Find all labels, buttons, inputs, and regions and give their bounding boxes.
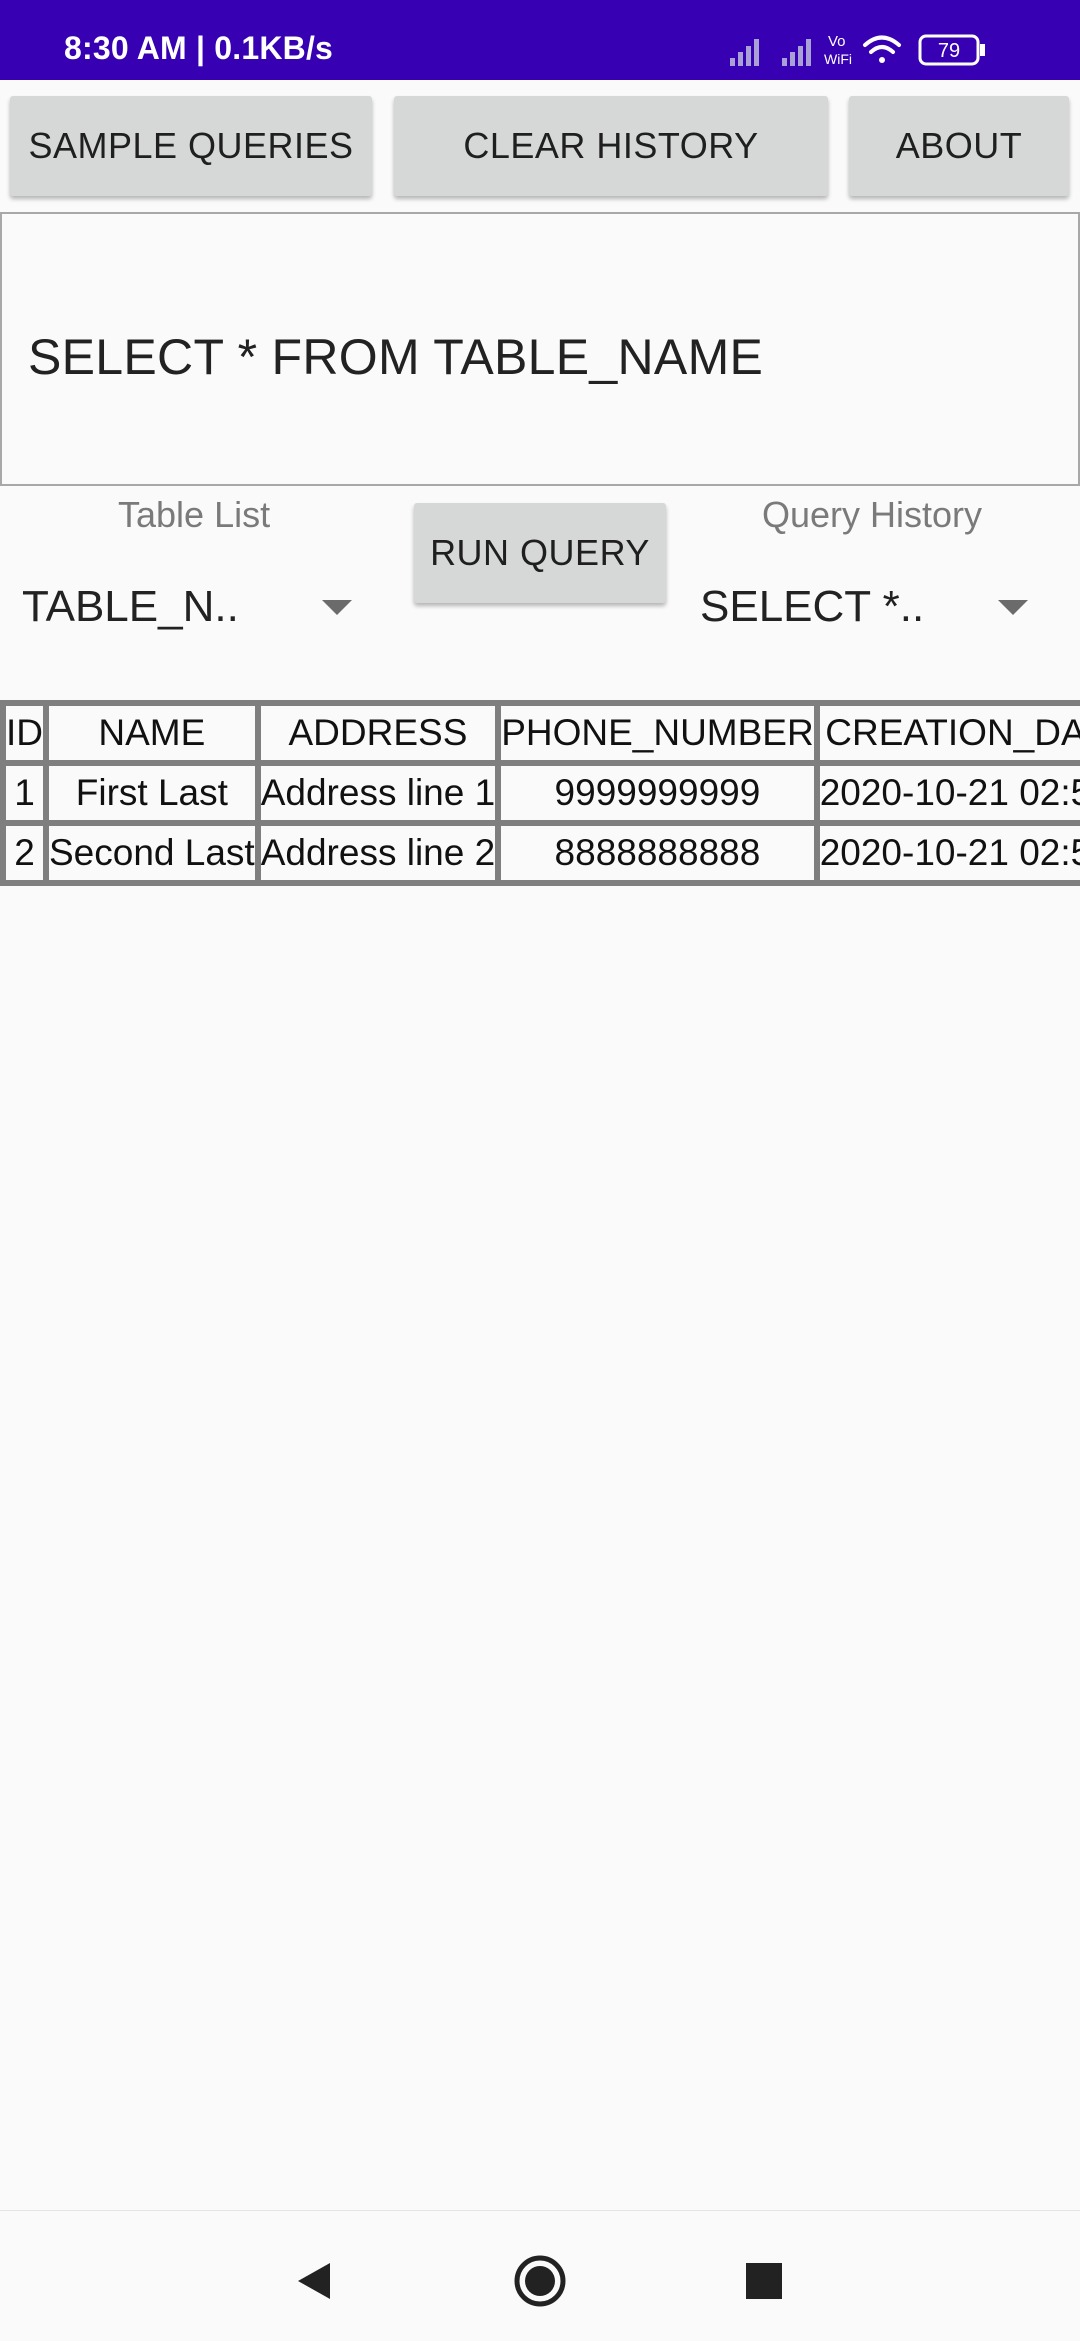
table-row: 1 First Last Address line 1 9999999999 2… bbox=[6, 766, 1080, 820]
back-icon[interactable] bbox=[284, 2251, 344, 2311]
table-cell: 2020-10-21 02:5 bbox=[819, 826, 1080, 880]
table-cell: 8888888888 bbox=[501, 826, 814, 880]
column-header: ADDRESS bbox=[260, 706, 496, 760]
table-cell: 2 bbox=[6, 826, 43, 880]
query-history-spinner[interactable]: SELECT *.. bbox=[690, 570, 1080, 650]
table-list-spinner[interactable]: TABLE_N.. bbox=[0, 570, 370, 650]
status-bar: 8:30 AM | 0.1KB/s Vo WiFi 79 bbox=[0, 0, 1080, 80]
navigation-bar bbox=[0, 2210, 1080, 2341]
home-icon[interactable] bbox=[510, 2251, 570, 2311]
results-table: ID NAME ADDRESS PHONE_NUMBER CREATION_DA… bbox=[0, 700, 1080, 886]
table-list-value[interactable]: TABLE_N.. bbox=[22, 582, 239, 632]
dropdown-arrow-icon[interactable] bbox=[322, 600, 352, 615]
run-query-button[interactable]: RUN QUERY bbox=[414, 503, 666, 603]
table-row: 2 Second Last Address line 2 8888888888 … bbox=[6, 826, 1080, 880]
clear-history-button[interactable]: CLEAR HISTORY bbox=[394, 96, 828, 196]
table-cell: Address line 2 bbox=[260, 826, 496, 880]
query-input[interactable]: SELECT * FROM TABLE_NAME bbox=[0, 212, 1080, 486]
column-header: NAME bbox=[49, 706, 255, 760]
dropdown-arrow-icon[interactable] bbox=[998, 600, 1028, 615]
table-cell: 1 bbox=[6, 766, 43, 820]
status-time: 8:30 AM | 0.1KB/s bbox=[64, 30, 334, 66]
query-input-text[interactable]: SELECT * FROM TABLE_NAME bbox=[28, 328, 763, 386]
wifi-icon bbox=[863, 35, 901, 63]
svg-text:79: 79 bbox=[938, 40, 960, 62]
query-history-value[interactable]: SELECT *.. bbox=[700, 582, 924, 632]
results-table-container[interactable]: ID NAME ADDRESS PHONE_NUMBER CREATION_DA… bbox=[0, 700, 1080, 910]
signal-icon bbox=[730, 39, 759, 66]
status-icons: Vo WiFi 79 bbox=[730, 30, 1020, 70]
run-query-label: RUN QUERY bbox=[430, 532, 650, 573]
recents-icon[interactable] bbox=[734, 2251, 794, 2311]
column-header: ID bbox=[6, 706, 43, 760]
vowifi-icon: Vo bbox=[828, 33, 846, 50]
table-header-row: ID NAME ADDRESS PHONE_NUMBER CREATION_DA bbox=[6, 706, 1080, 760]
vowifi-icon: WiFi bbox=[824, 51, 852, 67]
clear-history-label: CLEAR HISTORY bbox=[463, 125, 759, 166]
table-cell: Address line 1 bbox=[260, 766, 496, 820]
table-list-label: Table List bbox=[118, 494, 271, 535]
table-cell: First Last bbox=[49, 766, 255, 820]
column-header: CREATION_DA bbox=[819, 706, 1080, 760]
table-cell: 2020-10-21 02:5 bbox=[819, 766, 1080, 820]
about-label: ABOUT bbox=[895, 125, 1023, 166]
sample-queries-label: SAMPLE QUERIES bbox=[28, 125, 354, 166]
table-cell: 9999999999 bbox=[501, 766, 814, 820]
about-button[interactable]: ABOUT bbox=[849, 96, 1069, 196]
battery-icon: 79 bbox=[918, 34, 985, 66]
query-history-label: Query History bbox=[762, 494, 983, 535]
column-header: PHONE_NUMBER bbox=[501, 706, 814, 760]
table-cell: Second Last bbox=[49, 826, 255, 880]
signal-icon bbox=[782, 39, 811, 66]
sample-queries-button[interactable]: SAMPLE QUERIES bbox=[10, 96, 372, 196]
